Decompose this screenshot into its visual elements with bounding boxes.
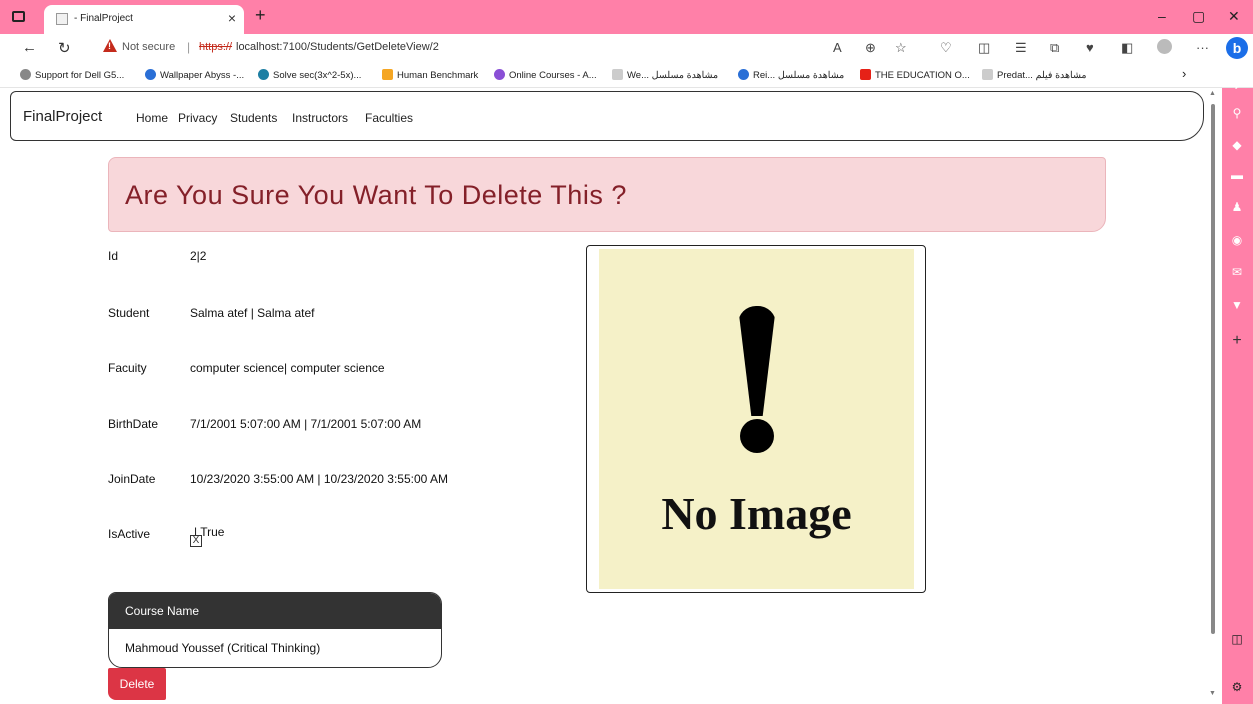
browser-tab[interactable]: - FinalProject × — [44, 5, 244, 34]
tab-close-button[interactable]: × — [228, 10, 236, 26]
exclamation-icon — [738, 306, 776, 416]
games-icon[interactable]: ♟ — [1230, 200, 1244, 214]
shopping-tag-icon[interactable]: ◆ — [1230, 138, 1244, 152]
site-brand-link[interactable]: FinalProject — [23, 108, 102, 125]
outlook-icon[interactable]: ✉ — [1230, 265, 1244, 279]
no-image-placeholder: No Image — [599, 249, 914, 589]
bookmark-item[interactable]: Solve sec(3x^2-5x)... — [258, 69, 361, 81]
course-name-header: Course Name — [109, 593, 441, 629]
extension-icon[interactable]: ◧ — [1121, 40, 1133, 56]
back-arrow-icon[interactable]: ← — [22, 39, 37, 56]
student-value: Salma atef | Salma atef — [190, 306, 315, 320]
student-image-frame: No Image — [586, 245, 926, 593]
warning-icon[interactable]: ! — [103, 39, 117, 52]
browser-title-bar: - FinalProject × + – ▢ ✕ — [0, 0, 1253, 34]
bookmarks-bar: Support for Dell G5... Wallpaper Abyss -… — [0, 62, 1253, 88]
performance-icon[interactable]: ♥ — [1086, 40, 1094, 55]
scroll-thumb[interactable] — [1211, 104, 1215, 634]
favorite-star-icon[interactable]: ☆ — [895, 40, 907, 56]
bookmark-item[interactable]: We... مشاهدة مسلسل — [612, 69, 718, 81]
exclamation-dot — [740, 419, 774, 453]
joindate-label: JoinDate — [108, 472, 156, 486]
minimize-button[interactable]: – — [1158, 8, 1166, 24]
nav-link-students[interactable]: Students — [230, 111, 277, 125]
favorites-icon[interactable]: ☰ — [1015, 40, 1027, 56]
isactive-label: IsActive — [108, 527, 151, 541]
id-label: Id — [108, 249, 119, 263]
bookmark-item[interactable]: Online Courses - A... — [494, 69, 597, 81]
not-secure-label[interactable]: Not secure — [122, 41, 175, 53]
url-input[interactable]: localhost:7100/Students/GetDeleteView/2 — [236, 41, 439, 53]
zoom-icon[interactable]: ⊕ — [865, 40, 876, 56]
office-icon[interactable]: ◉ — [1230, 233, 1244, 247]
table-row: Mahmoud Youssef (Critical Thinking) — [125, 641, 321, 655]
url-scheme[interactable]: https:// — [199, 41, 232, 53]
faculty-value: computer science| computer science — [190, 361, 385, 375]
delete-confirm-text: Are You Sure You Want To Delete This ? — [125, 180, 627, 210]
student-label: Student — [108, 306, 150, 320]
browser-essentials-icon[interactable]: ♡ — [940, 40, 952, 56]
course-table: Course Name Mahmoud Youssef (Critical Th… — [108, 592, 442, 668]
restore-button[interactable]: ▢ — [1192, 8, 1205, 25]
scroll-down-icon[interactable]: ▼ — [1209, 690, 1216, 697]
site-navbar: FinalProject Home Privacy Students Instr… — [10, 91, 1204, 141]
read-aloud-icon[interactable]: A — [833, 40, 842, 55]
delete-button[interactable]: Delete — [108, 668, 166, 700]
tab-title: - FinalProject — [74, 13, 133, 24]
bookmark-item[interactable]: Rei... مشاهدة مسلسل — [738, 69, 844, 81]
more-menu-icon[interactable]: ··· — [1196, 40, 1209, 55]
page-scrollbar[interactable]: ▲ ▼ — [1207, 88, 1219, 704]
faculty-label: Facuity — [108, 361, 147, 375]
add-sidebar-icon[interactable]: + — [1230, 333, 1244, 349]
profile-avatar[interactable] — [1157, 39, 1172, 54]
nav-link-faculties[interactable]: Faculties — [365, 111, 413, 125]
bookmarks-more-icon[interactable]: › — [1182, 66, 1186, 81]
bookmark-item[interactable]: Support for Dell G5... — [20, 69, 124, 81]
copilot-icon[interactable]: b — [1226, 37, 1248, 59]
search-icon[interactable]: ⚲ — [1230, 106, 1244, 120]
close-window-button[interactable]: ✕ — [1228, 8, 1240, 25]
tab-favicon-icon — [56, 13, 68, 25]
refresh-icon[interactable]: ↻ — [58, 39, 71, 57]
tab-actions-icon[interactable] — [12, 11, 25, 22]
delete-confirm-banner: Are You Sure You Want To Delete This ? — [108, 157, 1106, 232]
joindate-value: 10/23/2020 3:55:00 AM | 10/23/2020 3:55:… — [190, 472, 448, 486]
bookmark-item[interactable]: Predat... مشاهدة فيلم — [982, 69, 1087, 81]
no-image-text: No Image — [661, 488, 852, 539]
edge-sidebar: ♪ ⚲ ◆ ▬ ♟ ◉ ✉ ▼ + ◫ ⚙ — [1222, 78, 1253, 704]
nav-link-instructors[interactable]: Instructors — [292, 111, 348, 125]
notification-bell-icon[interactable]: ♪ — [1230, 78, 1244, 92]
tools-icon[interactable]: ▬ — [1230, 168, 1244, 182]
new-tab-button[interactable]: + — [255, 5, 266, 26]
bookmark-item[interactable]: THE EDUCATION O... — [860, 69, 970, 81]
nav-link-home[interactable]: Home — [136, 111, 168, 125]
scroll-up-icon[interactable]: ▲ — [1209, 90, 1216, 97]
bookmark-item[interactable]: Wallpaper Abyss -... — [145, 69, 244, 81]
id-value: 2|2 — [190, 249, 207, 263]
sidebar-settings-icon[interactable]: ⚙ — [1230, 680, 1244, 694]
collections-icon[interactable]: ⧉ — [1050, 40, 1059, 56]
url-separator: | — [187, 40, 191, 54]
hide-sidebar-icon[interactable]: ◫ — [1230, 632, 1244, 646]
bookmark-item[interactable]: Human Benchmark — [382, 69, 478, 81]
split-screen-icon[interactable]: ◫ — [978, 40, 990, 56]
drop-icon[interactable]: ▼ — [1230, 298, 1244, 312]
birthdate-label: BirthDate — [108, 417, 159, 431]
page-viewport: FinalProject Home Privacy Students Instr… — [0, 88, 1222, 704]
isactive-checkbox[interactable]: X — [190, 535, 202, 547]
nav-link-privacy[interactable]: Privacy — [178, 111, 217, 125]
birthdate-value: 7/1/2001 5:07:00 AM | 7/1/2001 5:07:00 A… — [190, 417, 422, 431]
address-bar-row: ← ↻ ! Not secure | https:// localhost:71… — [0, 34, 1253, 62]
